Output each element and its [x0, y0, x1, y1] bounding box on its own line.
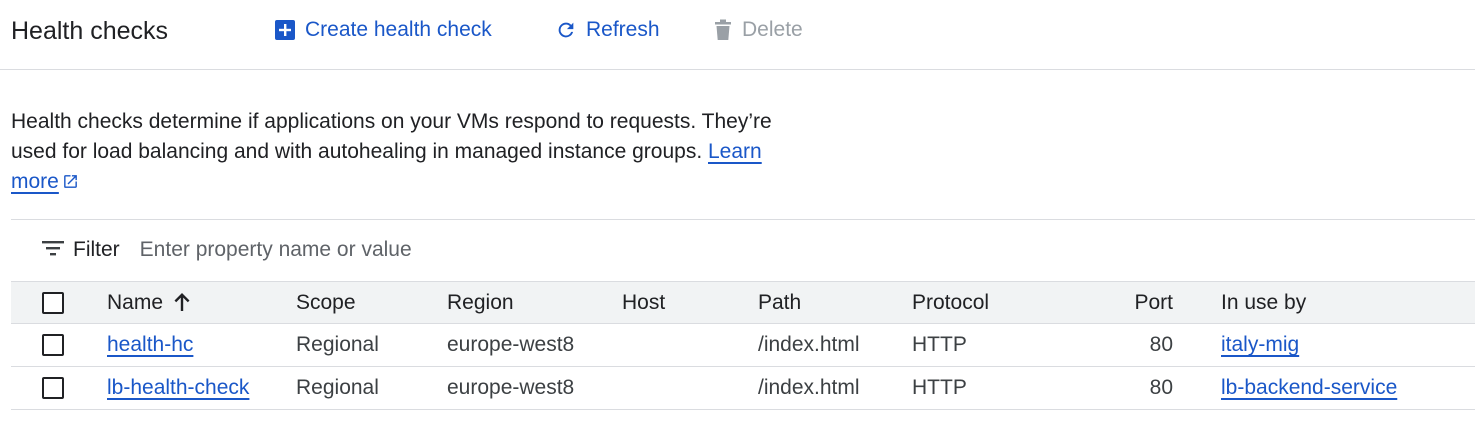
column-header-protocol[interactable]: Protocol [912, 282, 989, 324]
create-health-check-button[interactable]: Create health check [274, 18, 492, 42]
filter-bar[interactable]: Filter [42, 238, 560, 262]
refresh-button[interactable]: Refresh [555, 18, 660, 42]
path-cell: /index.html [758, 376, 860, 399]
external-link-icon [62, 169, 79, 199]
health-check-name-link[interactable]: lb-health-check [107, 367, 249, 409]
region-cell: europe-west8 [447, 333, 575, 356]
column-header-host[interactable]: Host [622, 282, 665, 324]
filter-icon [42, 239, 64, 262]
in-use-by-link[interactable]: italy-mig [1221, 324, 1299, 366]
row-checkbox[interactable] [42, 334, 64, 356]
delete-button[interactable]: Delete [713, 18, 803, 42]
refresh-label: Refresh [586, 18, 660, 41]
in-use-by-link[interactable]: lb-backend-service [1221, 367, 1397, 409]
filter-label: Filter [73, 238, 120, 261]
path-cell: /index.html [758, 333, 860, 356]
arrow-up-icon [173, 285, 191, 327]
column-header-name[interactable]: Name [107, 282, 191, 324]
column-header-in-use-by[interactable]: In use by [1221, 282, 1306, 324]
column-header-region[interactable]: Region [447, 282, 514, 324]
delete-label: Delete [742, 18, 803, 41]
select-all-checkbox[interactable] [42, 292, 64, 314]
protocol-cell: HTTP [912, 376, 967, 399]
health-check-name-link[interactable]: health-hc [107, 324, 193, 366]
page-header: Health checks Create health check Refres… [0, 0, 1475, 70]
region-cell: europe-west8 [447, 376, 575, 399]
health-checks-table: Name Scope Region Host Path Protocol Por… [11, 281, 1475, 410]
trash-icon [713, 19, 733, 41]
table-row: lb-health-check Regional europe-west8 /i… [11, 367, 1475, 410]
column-header-path[interactable]: Path [758, 282, 801, 324]
column-header-port[interactable]: Port [1061, 282, 1173, 324]
create-health-check-label: Create health check [305, 18, 492, 41]
scope-cell: Regional [296, 333, 379, 356]
add-box-icon [274, 19, 296, 41]
row-checkbox[interactable] [42, 377, 64, 399]
page-title: Health checks [11, 17, 169, 45]
section-divider [11, 219, 1475, 220]
table-row: health-hc Regional europe-west8 /index.h… [11, 324, 1475, 367]
refresh-icon [555, 19, 577, 41]
port-cell: 80 [1149, 376, 1173, 399]
port-cell: 80 [1149, 333, 1173, 356]
column-header-scope[interactable]: Scope [296, 282, 356, 324]
page-description: Health checks determine if applications … [11, 107, 801, 199]
filter-input[interactable] [139, 238, 560, 262]
description-text: Health checks determine if applications … [11, 110, 772, 163]
table-header-row: Name Scope Region Host Path Protocol Por… [11, 281, 1475, 324]
column-header-name-label: Name [107, 291, 164, 314]
protocol-cell: HTTP [912, 333, 967, 356]
scope-cell: Regional [296, 376, 379, 399]
